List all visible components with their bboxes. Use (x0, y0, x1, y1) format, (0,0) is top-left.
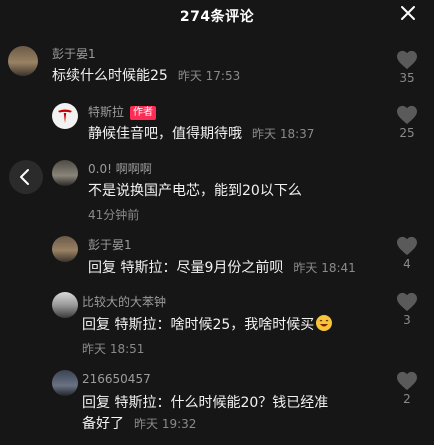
comment-time: 昨天 17:53 (177, 69, 241, 83)
like-count: 25 (399, 126, 415, 140)
comment-text: 回复 特斯拉：啥时候25，我啥时候买 (82, 314, 333, 336)
comment-time: 昨天 18:37 (252, 127, 315, 141)
like-button[interactable]: 35 (394, 50, 420, 85)
author-badge: 作者 (130, 106, 157, 120)
heart-icon (397, 105, 417, 125)
like-button[interactable]: 25 (394, 105, 420, 140)
like-button[interactable]: 4 (394, 236, 420, 271)
comment-time: 41分钟前 (88, 208, 140, 222)
comment-body: 啥时候25，我啥时候买 (170, 317, 315, 333)
reply-prefix[interactable]: 回复 特斯拉： (82, 395, 170, 411)
heart-icon (397, 371, 417, 391)
comment-body: 什么时候能20？钱已经准 (170, 395, 329, 411)
comment-text: 回复 特斯拉：什么时候能20？钱已经准 (82, 392, 328, 414)
avatar[interactable] (8, 46, 38, 76)
comment-username[interactable]: 比较大的大苯钟 (82, 293, 166, 310)
comment-time: 昨天 18:51 (82, 342, 145, 356)
heart-icon (397, 50, 417, 70)
comment-text: 标续什么时候能25 昨天 17:53 (52, 65, 240, 87)
like-button[interactable]: 3 (394, 292, 420, 327)
chevron-left-icon (20, 169, 29, 185)
comment-body-continued: 备好了 (82, 416, 124, 432)
comment-body: 不是说换国产电芯，能到20以下么 (88, 183, 302, 199)
like-button[interactable]: 2 (394, 371, 420, 406)
comment-text: 静候佳音吧，值得期待哦 昨天 18:37 (88, 123, 314, 145)
comments-header: 274条评论 (0, 0, 434, 30)
comment-username[interactable]: 彭于晏1 (88, 236, 132, 253)
comment-time: 昨天 19:32 (134, 417, 197, 431)
comment-body: 静候佳音吧，值得期待哦 (88, 126, 242, 142)
comment-text-line2: 备好了 昨天 19:32 (82, 413, 196, 435)
comment-time: 昨天 18:41 (293, 261, 356, 275)
like-count: 2 (403, 392, 411, 406)
comment-count-title: 274条评论 (179, 9, 255, 25)
heart-icon (397, 236, 417, 256)
close-icon[interactable] (398, 3, 418, 23)
like-count: 3 (403, 313, 411, 327)
avatar[interactable] (52, 160, 78, 186)
reply-prefix[interactable]: 回复 特斯拉： (88, 260, 176, 276)
laughing-emoji-icon (316, 315, 333, 331)
comment-username[interactable]: 特斯拉 作者 (88, 103, 157, 120)
comment-text: 不是说换国产电芯，能到20以下么 (88, 180, 302, 202)
back-button[interactable] (9, 160, 43, 194)
like-count: 35 (399, 71, 415, 85)
comment-username[interactable]: 彭于晏1 (52, 45, 96, 62)
tesla-logo-icon[interactable] (52, 103, 78, 129)
avatar[interactable] (52, 236, 78, 262)
comment-body: 尽量9月份之前呗 (176, 260, 284, 276)
avatar[interactable] (52, 292, 78, 318)
like-count: 4 (403, 257, 411, 271)
avatar[interactable] (52, 370, 78, 396)
heart-icon (397, 292, 417, 312)
comment-text: 回复 特斯拉：尽量9月份之前呗 昨天 18:41 (88, 257, 356, 279)
reply-prefix[interactable]: 回复 特斯拉： (82, 317, 170, 333)
comment-username[interactable]: 216650457 (82, 372, 151, 386)
comment-username[interactable]: 0.0! 啊啊啊 (88, 160, 152, 177)
comment-body: 标续什么时候能25 (52, 68, 168, 84)
